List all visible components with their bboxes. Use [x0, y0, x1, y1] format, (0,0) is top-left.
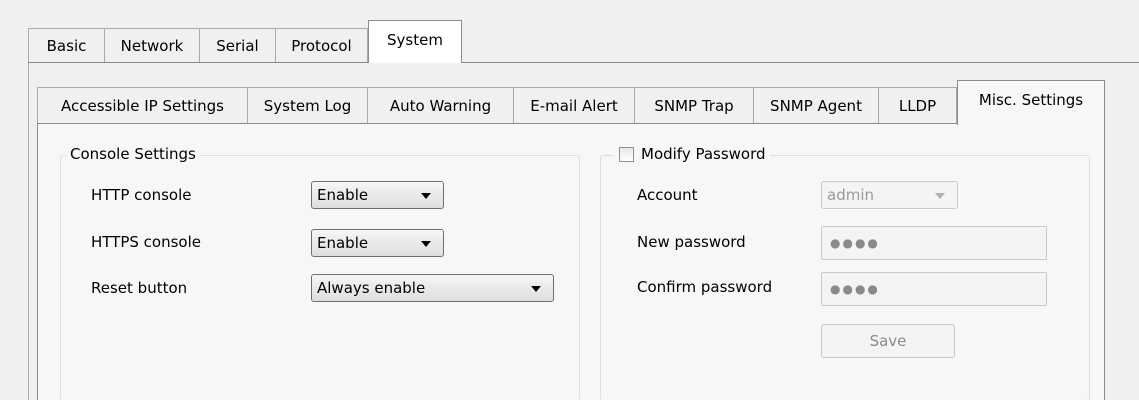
- chevron-down-icon: [421, 241, 431, 247]
- account-label: Account: [637, 186, 698, 204]
- modify-password-label: Modify Password: [641, 145, 766, 163]
- http-console-value: Enable: [317, 186, 369, 204]
- http-console-label: HTTP console: [91, 186, 192, 204]
- tab-system-log[interactable]: System Log: [247, 87, 368, 123]
- account-select[interactable]: admin: [821, 181, 958, 209]
- tab-serial[interactable]: Serial: [199, 28, 276, 62]
- chevron-down-icon: [531, 286, 541, 292]
- reset-button-select[interactable]: Always enable: [311, 274, 554, 302]
- tab-snmp-trap[interactable]: SNMP Trap: [634, 87, 754, 123]
- chevron-down-icon: [935, 193, 945, 199]
- tab-snmp-agent[interactable]: SNMP Agent: [753, 87, 879, 123]
- http-console-select[interactable]: Enable: [311, 181, 444, 209]
- account-value: admin: [827, 186, 874, 204]
- tab-system[interactable]: System: [368, 20, 462, 63]
- tab-network[interactable]: Network: [104, 28, 200, 62]
- confirm-password-field[interactable]: ●●●●: [821, 272, 1047, 306]
- new-password-label: New password: [637, 233, 746, 251]
- modify-password-legend: Modify Password: [613, 145, 770, 167]
- save-button[interactable]: Save: [821, 324, 955, 358]
- reset-button-label: Reset button: [91, 279, 188, 297]
- tab-basic[interactable]: Basic: [28, 28, 105, 62]
- https-console-value: Enable: [317, 234, 369, 252]
- https-console-label: HTTPS console: [91, 233, 201, 251]
- https-console-select[interactable]: Enable: [311, 229, 444, 257]
- tab-misc-settings[interactable]: Misc. Settings: [957, 80, 1105, 125]
- confirm-password-label: Confirm password: [637, 278, 773, 296]
- top-tab-row-border: [28, 62, 1139, 63]
- chevron-down-icon: [421, 193, 431, 199]
- tab-accessible-ip-settings[interactable]: Accessible IP Settings: [37, 87, 248, 123]
- modify-password-checkbox[interactable]: [619, 147, 634, 162]
- tab-auto-warning[interactable]: Auto Warning: [367, 87, 514, 123]
- tab-protocol[interactable]: Protocol: [275, 28, 368, 62]
- new-password-field[interactable]: ●●●●: [821, 226, 1047, 260]
- tab-email-alert[interactable]: E-mail Alert: [513, 87, 635, 123]
- console-settings-title: Console Settings: [66, 145, 200, 163]
- tab-lldp[interactable]: LLDP: [878, 87, 957, 123]
- reset-button-value: Always enable: [317, 279, 426, 297]
